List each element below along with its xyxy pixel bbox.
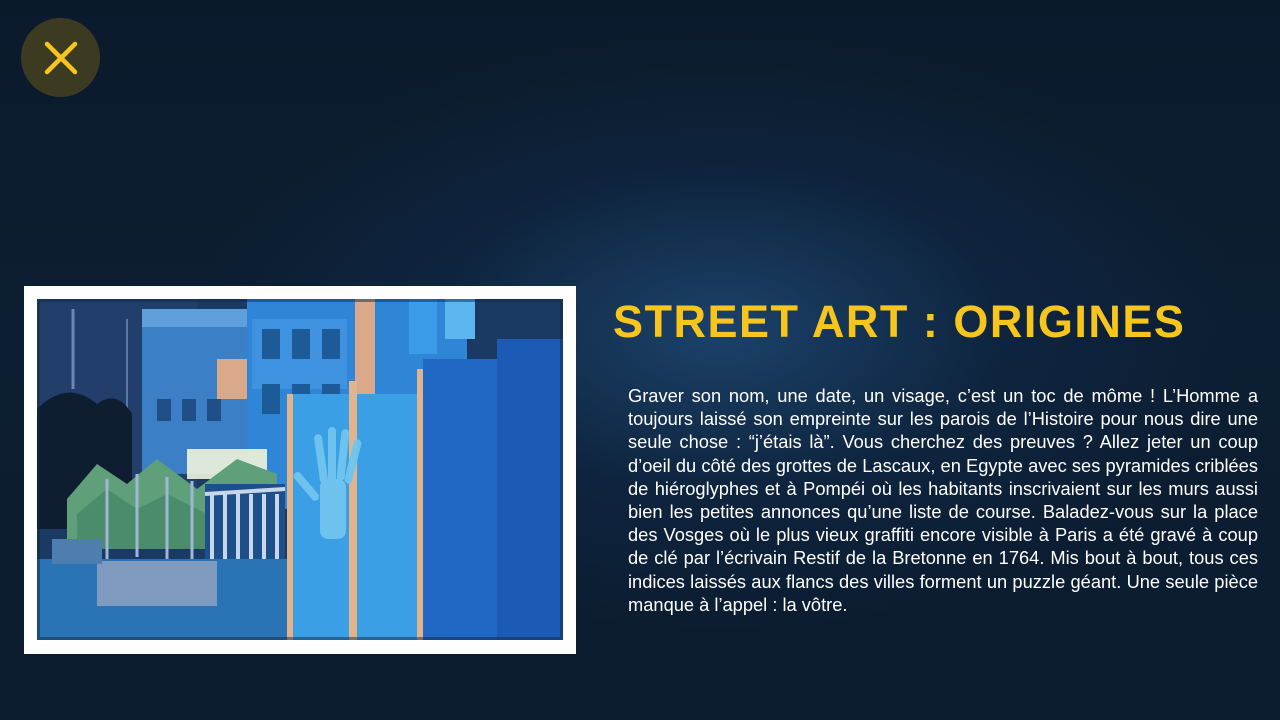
close-icon	[43, 40, 79, 76]
page-title: STREET ART : ORIGINES	[613, 296, 1186, 347]
close-button[interactable]	[21, 18, 100, 97]
article-body: Graver son nom, une date, un visage, c’e…	[628, 385, 1258, 615]
street-scene-illustration	[24, 286, 576, 654]
